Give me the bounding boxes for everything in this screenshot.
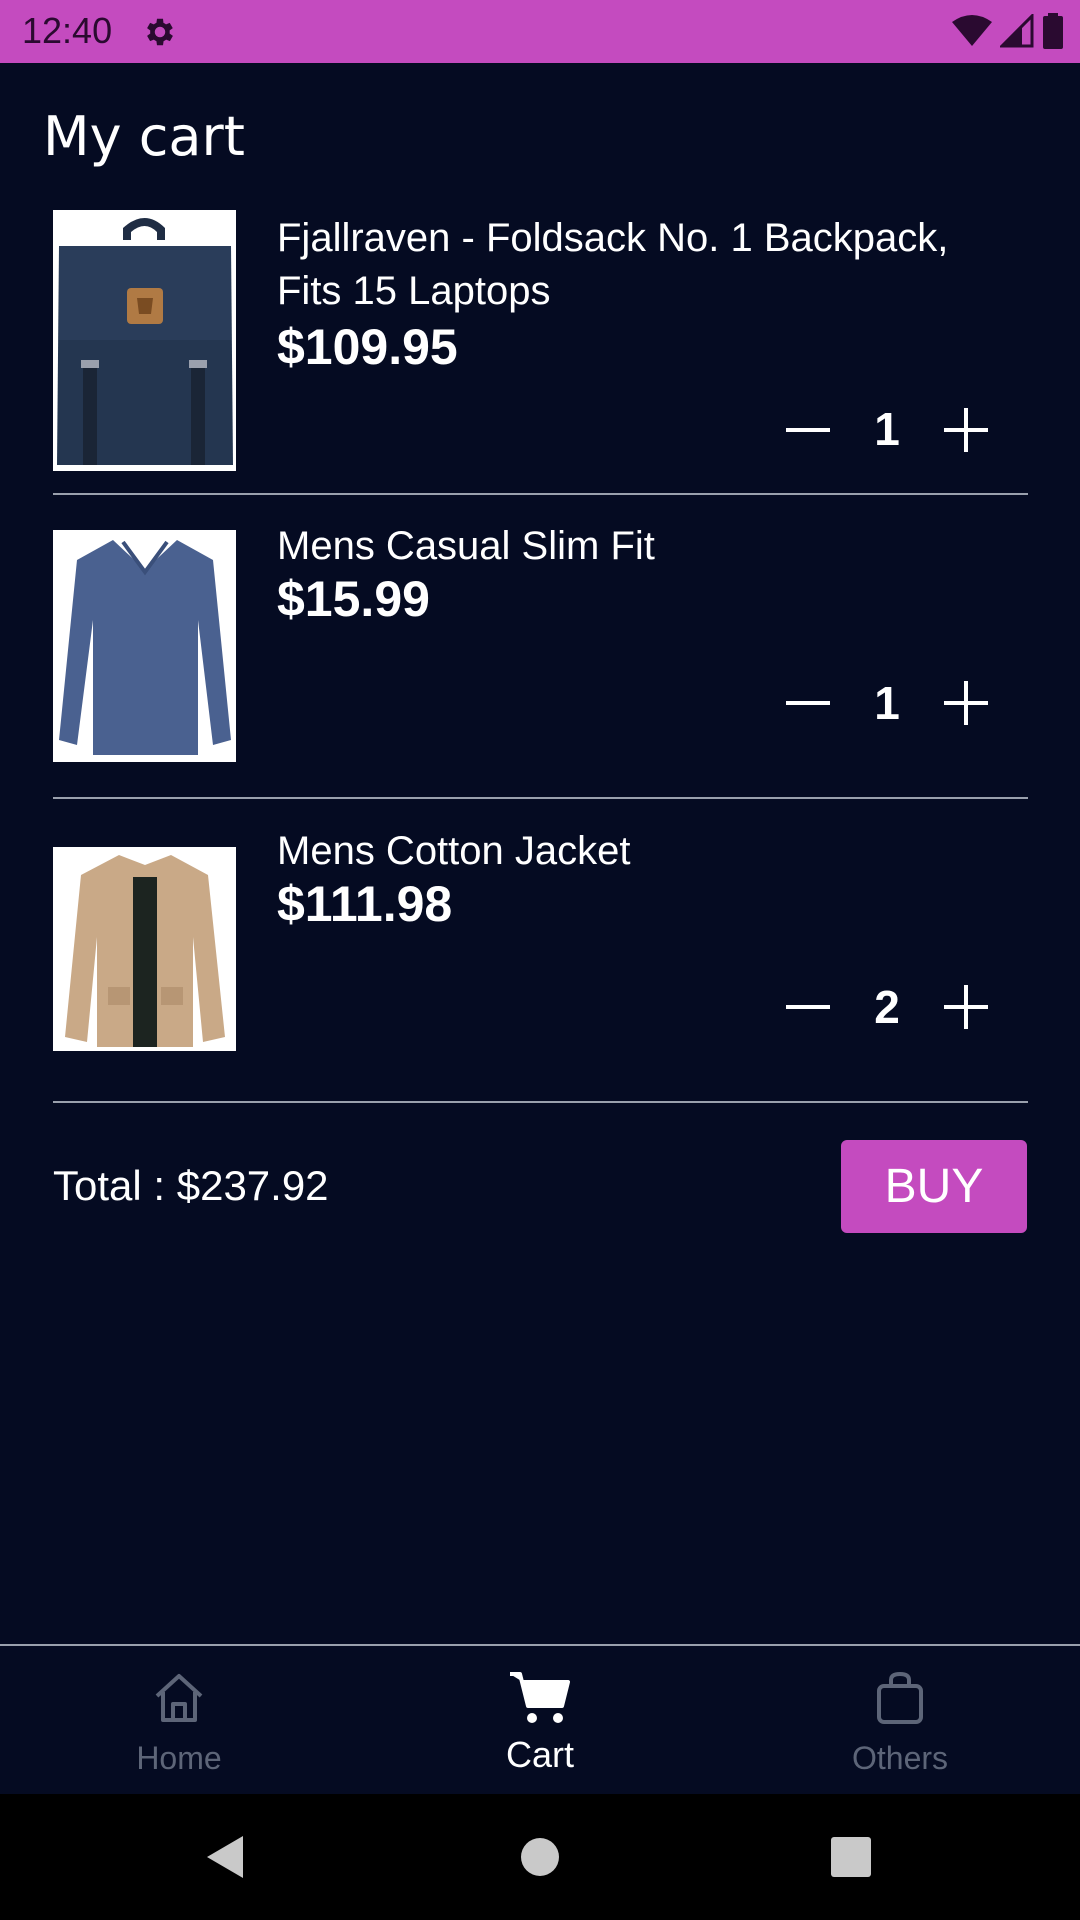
increase-quantity-button[interactable] (941, 405, 991, 455)
home-circle-icon[interactable] (520, 1837, 560, 1877)
decrease-quantity-button[interactable] (783, 982, 833, 1032)
status-bar: 12:40 (0, 0, 1080, 63)
nav-item-others[interactable]: Others (800, 1646, 1000, 1794)
page-title: My cart (43, 105, 245, 168)
nav-label-home: Home (136, 1740, 222, 1776)
nav-item-cart[interactable]: Cart (440, 1646, 640, 1794)
product-name: Mens Casual Slim Fit (277, 524, 655, 568)
recents-icon[interactable] (831, 1837, 871, 1877)
backpack-image[interactable] (53, 210, 236, 471)
cart-item: Mens Casual Slim Fit $15.99 1 (53, 520, 1028, 790)
product-name: Mens Cotton Jacket (277, 829, 631, 873)
battery-icon (1043, 13, 1063, 49)
buy-button[interactable]: BUY (841, 1140, 1027, 1233)
decrease-quantity-button[interactable] (783, 678, 833, 728)
divider (53, 493, 1028, 495)
gear-icon (147, 18, 173, 46)
back-icon[interactable] (205, 1834, 245, 1880)
shopping-bag-icon (877, 1671, 923, 1724)
cart-item: Fjallraven - Foldsack No. 1 Backpack, Fi… (53, 210, 1028, 490)
increase-quantity-button[interactable] (941, 982, 991, 1032)
divider (53, 797, 1028, 799)
home-icon (155, 1674, 203, 1722)
increase-quantity-button[interactable] (941, 678, 991, 728)
nav-label-others: Others (851, 1740, 949, 1776)
signal-icon (1000, 14, 1034, 48)
status-time: 12:40 (22, 10, 113, 51)
product-name: Fjallraven - Foldsack No. 1 Backpack, Fi… (277, 216, 949, 313)
cart-total: Total : $237.92 (53, 1162, 329, 1209)
divider (53, 1101, 1028, 1103)
product-price: $111.98 (277, 876, 453, 932)
decrease-quantity-button[interactable] (783, 405, 833, 455)
nav-item-home[interactable]: Home (79, 1646, 279, 1794)
jacket-image[interactable] (53, 847, 236, 1051)
quantity-value: 2 (874, 981, 900, 1033)
product-price: $109.95 (277, 319, 458, 375)
quantity-value: 1 (874, 403, 900, 455)
quantity-value: 1 (874, 677, 900, 729)
shirt-image[interactable] (53, 530, 236, 762)
nav-label-cart: Cart (505, 1734, 574, 1775)
wifi-icon (952, 15, 992, 46)
cart-item: Mens Cotton Jacket $111.98 2 (53, 825, 1028, 1095)
system-navigation-bar (0, 1794, 1080, 1920)
cart-icon (510, 1672, 570, 1723)
bottom-navigation: Home Cart Others (0, 1644, 1080, 1794)
product-price: $15.99 (277, 571, 430, 627)
